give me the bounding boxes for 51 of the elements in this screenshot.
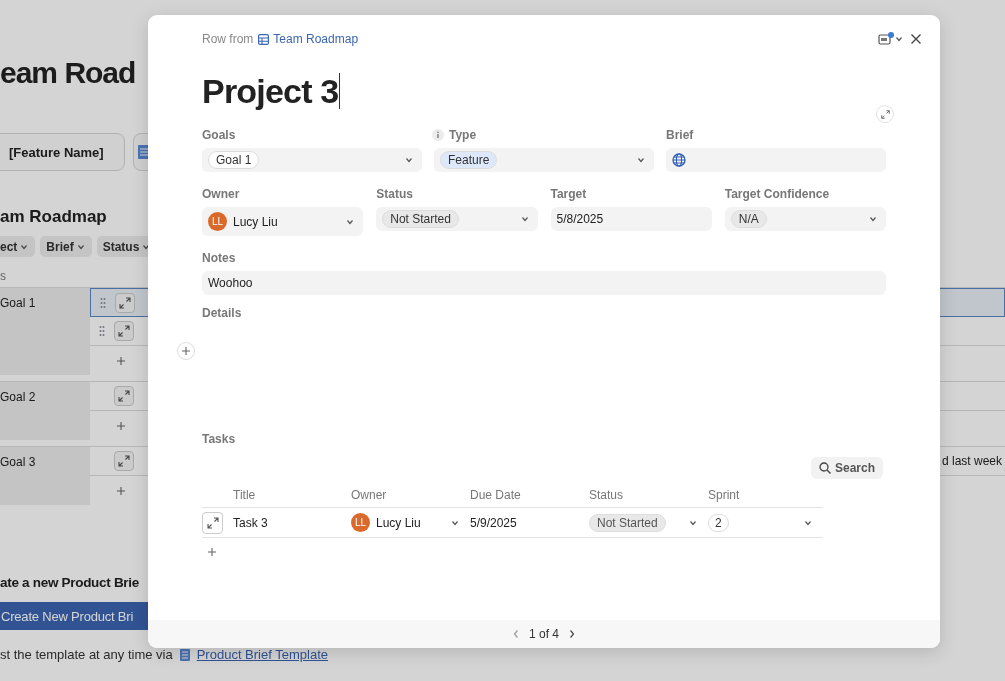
section-label: Tasks (202, 431, 237, 447)
column-header: s (0, 269, 7, 283)
select-field[interactable]: Goal 1 (202, 148, 422, 172)
record-title: Project 3 (202, 71, 339, 111)
feature-button[interactable]: [Feature Name] (0, 133, 125, 171)
field-label: Target (550, 187, 587, 201)
table-cell: 5/9/2025 (470, 508, 589, 538)
field-label: Status (376, 187, 413, 201)
table-cell: d last week (941, 454, 1002, 468)
group-cell: Goal 1 (0, 288, 90, 375)
footnote-text: st the template at any time via (0, 648, 173, 662)
select-field[interactable]: N/A (724, 207, 886, 231)
filter-chip[interactable]: Brief (40, 236, 92, 257)
breadcrumb-label: Row from (202, 32, 254, 46)
column-header: Title (233, 483, 351, 508)
group-cell: Goal 2 (0, 382, 90, 440)
option-chip: N/A (730, 210, 767, 228)
field-label: Target Confidence (724, 187, 830, 201)
status-chip: Not Started (589, 513, 666, 532)
option-chip: Not Started (382, 210, 459, 228)
column-header: Sprint (708, 483, 823, 508)
avatar: LL (351, 513, 370, 532)
avatar: LL (208, 212, 227, 231)
table-cell: Task 3 (233, 508, 351, 538)
option-chip: Goal 1 (208, 151, 260, 169)
template-link[interactable]: Product Brief Template (196, 648, 328, 662)
notes-field[interactable]: Woohoo (202, 271, 886, 295)
filter-chip[interactable]: ect (0, 236, 36, 257)
select-field[interactable]: Not Started (376, 207, 538, 231)
table-cell: Lucy Liu (376, 515, 421, 530)
page-title: eam Road (0, 55, 136, 91)
person-field[interactable]: LL Lucy Liu (202, 207, 364, 236)
field-label: Notes (202, 250, 237, 266)
group-cell: Goal 3 (0, 447, 90, 505)
search-button[interactable]: Search (810, 457, 883, 479)
field-label: Brief (666, 128, 694, 142)
field-label: Goals (202, 128, 236, 142)
section-title: ate a new Product Brie (0, 574, 139, 592)
option-chip: Feature (440, 151, 498, 169)
sprint-chip: 2 (708, 513, 729, 532)
date-field[interactable]: 5/8/2025 (550, 207, 712, 231)
column-header: Owner (351, 483, 470, 508)
page-counter: 1 of 4 (529, 627, 559, 641)
field-label: Owner (202, 187, 240, 201)
source-link[interactable]: Team Roadmap (258, 32, 359, 46)
column-header: Due Date (470, 483, 589, 508)
field-label: Type (449, 128, 477, 142)
section-label: Details (202, 305, 243, 321)
column-header: Status (589, 483, 708, 508)
section-title: am Roadmap (0, 207, 107, 227)
select-field[interactable]: Feature (434, 148, 654, 172)
